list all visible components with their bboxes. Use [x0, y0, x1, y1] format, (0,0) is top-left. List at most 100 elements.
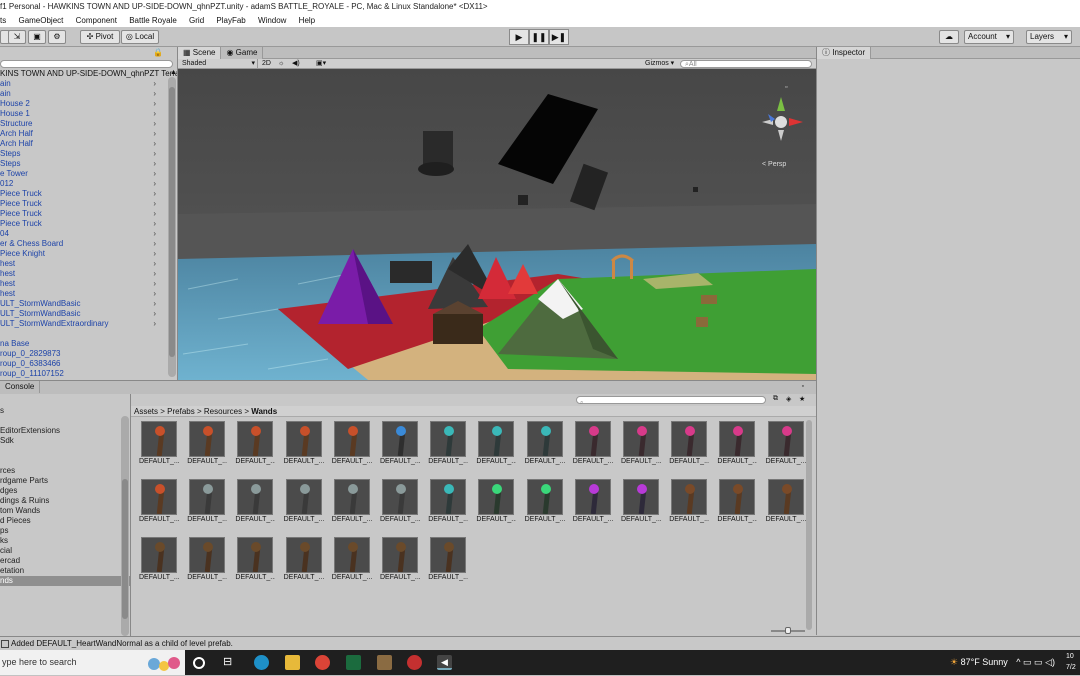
breadcrumb-assets[interactable]: Assets — [134, 407, 158, 416]
hierarchy-item[interactable]: House 2 › — [0, 99, 170, 109]
lighting-icon[interactable]: ☼ — [278, 59, 284, 69]
chevron-right-icon[interactable]: › — [153, 99, 156, 109]
hierarchy-item[interactable]: Arch Half › — [0, 129, 170, 139]
wand-prefab-asset[interactable]: DEFAULT_... — [380, 479, 420, 525]
chevron-right-icon[interactable]: › — [153, 219, 156, 229]
2d-toggle[interactable]: 2D — [262, 59, 271, 69]
chevron-right-icon[interactable]: › — [153, 199, 156, 209]
wand-prefab-asset[interactable]: DEFAULT_... — [669, 421, 709, 467]
chevron-right-icon[interactable]: › — [153, 239, 156, 249]
wand-prefab-asset[interactable]: DEFAULT_... — [187, 421, 227, 467]
hierarchy-search-input[interactable] — [0, 60, 173, 68]
taskbar-clock[interactable]: 10 7/2 — [1066, 651, 1076, 673]
folder-item[interactable]: dges — [0, 486, 130, 496]
chevron-right-icon[interactable]: › — [153, 139, 156, 149]
folder-item[interactable]: etation — [0, 566, 130, 576]
wand-prefab-asset[interactable]: DEFAULT_... — [621, 421, 661, 467]
chevron-right-icon[interactable]: › — [153, 119, 156, 129]
folder-item[interactable] — [0, 616, 130, 626]
custom-tool-icon[interactable]: ⚙ — [48, 30, 66, 44]
wand-prefab-asset[interactable]: DEFAULT_... — [766, 479, 806, 525]
folder-item[interactable]: d Pieces — [0, 516, 130, 526]
menu-assets[interactable]: ts — [0, 16, 6, 25]
asset-scrollbar[interactable] — [806, 420, 812, 630]
wand-prefab-asset[interactable]: DEFAULT_... — [717, 421, 757, 467]
wand-prefab-asset[interactable]: DEFAULT_... — [428, 421, 468, 467]
hierarchy-item[interactable]: na Base — [0, 339, 170, 349]
menu-gameobject[interactable]: GameObject — [18, 16, 63, 25]
hierarchy-item[interactable]: Steps › — [0, 149, 170, 159]
hierarchy-item[interactable]: 012 › — [0, 179, 170, 189]
scroll-up-icon[interactable]: ▲ — [170, 69, 177, 76]
wand-prefab-asset[interactable]: DEFAULT_... — [476, 421, 516, 467]
menu-component[interactable]: Component — [76, 16, 117, 25]
scene-viewport[interactable]: ▫ < Persp — [178, 69, 816, 380]
scene-search-input[interactable]: ⌕All — [680, 60, 812, 68]
folder-item[interactable]: tom Wands — [0, 506, 130, 516]
wand-prefab-asset[interactable]: DEFAULT_... — [669, 479, 709, 525]
menu-battle-royale[interactable]: Battle Royale — [129, 16, 177, 25]
tab-scene[interactable]: ▦ Scene — [178, 47, 222, 59]
wand-prefab-asset[interactable]: DEFAULT_... — [235, 537, 275, 583]
chevron-right-icon[interactable]: › — [153, 299, 156, 309]
temperature[interactable]: 87°F — [961, 657, 980, 667]
chevron-right-icon[interactable]: › — [153, 159, 156, 169]
folder-item[interactable]: s — [0, 406, 130, 416]
chevron-right-icon[interactable]: › — [153, 169, 156, 179]
hierarchy-item[interactable]: Piece Truck › — [0, 189, 170, 199]
cloud-icon[interactable]: ☁ — [939, 30, 959, 44]
hierarchy-item[interactable]: House 1 › — [0, 109, 170, 119]
favorite-icon[interactable]: ★ — [799, 395, 805, 403]
folder-item[interactable]: rdgame Parts — [0, 476, 130, 486]
hierarchy-item[interactable]: 04 › — [0, 229, 170, 239]
shading-dropdown[interactable]: Shaded ▾ — [182, 59, 258, 69]
hierarchy-item[interactable]: hest › — [0, 259, 170, 269]
chevron-right-icon[interactable]: › — [153, 279, 156, 289]
wand-prefab-asset[interactable]: DEFAULT_... — [525, 479, 565, 525]
chevron-right-icon[interactable]: › — [153, 189, 156, 199]
hierarchy-item[interactable]: ULT_StormWandExtraordinary › — [0, 319, 170, 329]
folder-item[interactable] — [0, 446, 130, 456]
wand-prefab-asset[interactable]: DEFAULT_... — [187, 479, 227, 525]
wand-prefab-asset[interactable]: DEFAULT_... — [235, 479, 275, 525]
hierarchy-item[interactable]: hest › — [0, 289, 170, 299]
wand-prefab-asset[interactable]: DEFAULT_... — [332, 537, 372, 583]
wand-prefab-asset[interactable]: DEFAULT_... — [332, 421, 372, 467]
folder-item[interactable]: rces — [0, 466, 130, 476]
play-icon[interactable]: ▶ — [509, 29, 529, 45]
status-message[interactable]: Added DEFAULT_HeartWandNormal as a child… — [11, 639, 233, 648]
folder-item[interactable]: Sdk — [0, 436, 130, 446]
chevron-right-icon[interactable]: › — [153, 89, 156, 99]
transform-tool-icon[interactable]: ▣ — [28, 30, 46, 44]
hierarchy-item[interactable]: ULT_StormWandBasic › — [0, 299, 170, 309]
tab-inspector[interactable]: ⓘ Inspector — [817, 47, 872, 59]
hierarchy-item[interactable]: ain › — [0, 89, 170, 99]
wand-prefab-asset[interactable]: DEFAULT_... — [139, 421, 179, 467]
account-dropdown[interactable]: Account ▾ — [964, 30, 1014, 44]
step-icon[interactable]: ▶❚ — [549, 29, 569, 45]
minecraft-icon[interactable] — [377, 655, 392, 670]
wand-prefab-asset[interactable]: DEFAULT_... — [187, 537, 227, 583]
chevron-right-icon[interactable]: › — [153, 259, 156, 269]
audio-icon[interactable]: ◀) — [292, 59, 300, 69]
hierarchy-item[interactable]: ain › — [0, 79, 170, 89]
wand-prefab-asset[interactable]: DEFAULT_... — [284, 479, 324, 525]
edge-icon[interactable] — [254, 655, 269, 670]
folder-item[interactable]: ks — [0, 536, 130, 546]
chrome-icon[interactable] — [315, 655, 330, 670]
hierarchy-item[interactable]: roup_0_2829873 — [0, 349, 170, 359]
hierarchy-item[interactable]: e Tower › — [0, 169, 170, 179]
hierarchy-item[interactable]: ULT_StormWandBasic › — [0, 309, 170, 319]
wand-prefab-asset[interactable]: DEFAULT_... — [284, 537, 324, 583]
chevron-right-icon[interactable]: › — [153, 319, 156, 329]
filter-type-icon[interactable]: ⧉ — [773, 395, 778, 403]
tray-app-icon[interactable]: ▭ — [1023, 657, 1032, 667]
network-icon[interactable]: ▭ — [1034, 657, 1043, 667]
chevron-right-icon[interactable]: › — [153, 249, 156, 259]
folder-item[interactable]: dings & Ruins — [0, 496, 130, 506]
layers-dropdown[interactable]: Layers ▾ — [1026, 30, 1072, 44]
folder-item[interactable]: nds — [0, 576, 130, 586]
tab-game[interactable]: ◉ Game — [221, 47, 264, 59]
pause-icon[interactable]: ❚❚ — [529, 29, 549, 45]
hierarchy-item[interactable]: hest › — [0, 269, 170, 279]
